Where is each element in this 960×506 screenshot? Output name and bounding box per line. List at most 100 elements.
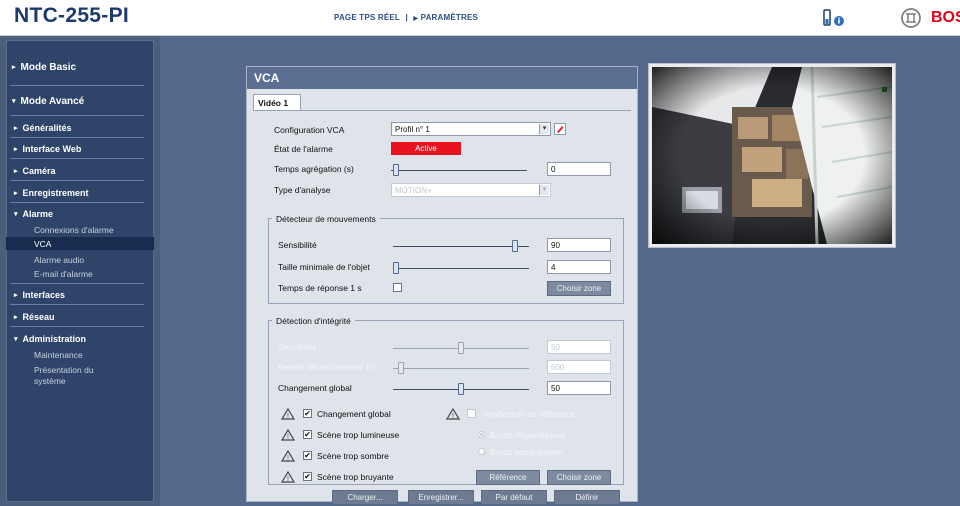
global-change-handle[interactable] [458, 383, 464, 395]
caret-right-icon: ▸ [14, 168, 18, 175]
define-button[interactable]: Définir [554, 490, 620, 505]
sidebar-item-overview[interactable]: Présentation du [34, 365, 94, 375]
sidebar-divider [10, 326, 144, 327]
global-change-label: Changement global [278, 383, 352, 393]
response-time-label: Temps de réponse 1 s [278, 283, 362, 293]
sidebar-item-interfaces[interactable]: ▸ Interfaces [14, 290, 65, 300]
sidebar-divider [10, 202, 144, 203]
caret-right-icon: ▸ [14, 314, 18, 321]
min-size-label: Taille minimale de l'objet [278, 262, 370, 272]
caret-down-icon: ▾ [14, 211, 18, 218]
sidebar-item-network[interactable]: ▸ Réseau [14, 312, 55, 322]
default-button[interactable]: Par défaut [481, 490, 547, 505]
aggregation-input[interactable]: 0 [547, 162, 611, 176]
edit-icon[interactable] [554, 123, 566, 135]
bosch-logo-icon [901, 8, 921, 28]
motion-zone-button[interactable]: Choisir zone [547, 281, 611, 296]
trigger-delay-track[interactable] [393, 368, 529, 369]
sidebar-item-email-alarm[interactable]: E-mail d'alarme [34, 269, 93, 279]
integrity-zone-button[interactable]: Choisir zone [547, 470, 611, 485]
motion-sensitivity-track[interactable] [393, 246, 529, 247]
status-icon[interactable] [822, 9, 848, 29]
reference-check-label: Vérification de référence [483, 409, 576, 419]
sidebar-mode-basic[interactable]: ▸ Mode Basic [12, 62, 76, 73]
sidebar-divider [10, 85, 144, 86]
aggregation-label: Temps agrégation (s) [274, 164, 354, 174]
sidebar-selected-highlight [6, 237, 154, 250]
svg-text:!: ! [287, 455, 289, 462]
integrity-sensitivity-input[interactable]: 50 [547, 340, 611, 354]
too-dark-checkbox[interactable]: ✔ [303, 451, 312, 460]
integrity-sensitivity-handle[interactable] [458, 342, 464, 354]
response-time-checkbox[interactable] [393, 283, 402, 292]
save-button[interactable]: Enregistrer... [408, 490, 474, 505]
sidebar-mode-advanced[interactable]: ▾ Mode Avancé [12, 96, 84, 107]
mode-basic-label: Mode Basic [20, 62, 77, 73]
sidebar-item-maintenance[interactable]: Maintenance [34, 350, 83, 360]
sidebar-item-camera[interactable]: ▸ Caméra [14, 166, 56, 176]
sidebar-item-recording[interactable]: ▸ Enregistrement [14, 188, 89, 198]
svg-text:!: ! [287, 413, 289, 420]
min-size-input[interactable]: 4 [547, 260, 611, 274]
sidebar-divider [10, 304, 144, 305]
edges-disappear-radio[interactable] [478, 431, 485, 438]
chevron-down-icon: ▾ [539, 185, 549, 195]
edges-appear-radio[interactable] [478, 448, 485, 455]
tab-video-1[interactable]: Vidéo 1 [253, 94, 301, 111]
too-noisy-checkbox[interactable]: ✔ [303, 472, 312, 481]
sidebar: ▸ Mode Basic ▾ Mode Avancé ▸ Généralités ▸ I… [0, 36, 160, 506]
top-nav: PAGE TPS RÉEL | ▶ PARAMÈTRES [334, 13, 478, 22]
camera-scene [652, 67, 892, 244]
sidebar-item-vca[interactable]: VCA [34, 239, 51, 249]
sidebar-item-label: Administration [22, 334, 87, 344]
sidebar-item-audio-alarm[interactable]: Alarme audio [34, 255, 84, 265]
global-change-input[interactable]: 50 [547, 381, 611, 395]
sidebar-item-admin[interactable]: ▾ Administration [14, 334, 86, 344]
too-bright-checkbox[interactable]: ✔ [303, 430, 312, 439]
nav-live-link[interactable]: PAGE TPS RÉEL [334, 13, 400, 22]
vca-panel: VCA Vidéo 1 Configuration VCA Profil n° … [246, 66, 638, 505]
caret-right-icon: ▸ [12, 64, 16, 71]
sidebar-divider [10, 180, 144, 181]
video-preview [648, 63, 896, 248]
sidebar-divider [10, 137, 144, 138]
camera-image [652, 67, 892, 244]
caret-down-icon: ▾ [14, 336, 18, 343]
mode-advanced-label: Mode Avancé [20, 96, 85, 107]
sidebar-item-web[interactable]: ▸ Interface Web [14, 144, 81, 154]
integrity-title: Détection d'intégrité [272, 316, 355, 326]
integrity-sensitivity-label: Sensibilité [278, 342, 317, 352]
analysis-type-label: Type d'analyse [274, 185, 331, 195]
nav-separator: | [405, 13, 408, 22]
trigger-delay-input[interactable]: 600 [547, 360, 611, 374]
sidebar-item-alarm[interactable]: ▾ Alarme [14, 209, 53, 219]
global-change-checkbox[interactable]: ✔ [303, 409, 312, 418]
min-size-handle[interactable] [393, 262, 399, 274]
motion-sensitivity-label: Sensibilité [278, 240, 317, 250]
analysis-type-select[interactable]: MOTION+ ▾ [391, 183, 551, 197]
reference-check-checkbox[interactable] [467, 409, 476, 418]
min-size-track[interactable] [393, 268, 529, 269]
load-button[interactable]: Charger... [332, 490, 398, 505]
sidebar-item-general[interactable]: ▸ Généralités [14, 123, 72, 133]
sidebar-item-alarm-connections[interactable]: Connexions d'alarme [34, 225, 114, 235]
too-bright-label: Scène trop lumineuse [317, 430, 400, 440]
nav-settings-link[interactable]: PARAMÈTRES [421, 13, 478, 22]
aggregation-slider-track[interactable] [391, 170, 527, 171]
motion-sensitivity-input[interactable]: 90 [547, 238, 611, 252]
brand-name: BOSCH [931, 9, 960, 26]
edges-disappear-label: Bords disparaissent [490, 430, 565, 440]
config-select[interactable]: Profil n° 1 ▾ [391, 122, 551, 136]
svg-text:!: ! [287, 476, 289, 483]
vca-title: VCA [247, 67, 637, 89]
motion-sensitivity-handle[interactable] [512, 240, 518, 252]
warning-icon: ! [281, 408, 295, 420]
alarm-state-label: État de l'alarme [274, 144, 333, 154]
aggregation-slider-handle[interactable] [393, 164, 399, 176]
tab-underline [253, 110, 631, 111]
alarm-state-badge: Active [391, 142, 461, 155]
reference-button[interactable]: Référence [476, 470, 540, 485]
sidebar-item-overview-line2[interactable]: système [34, 376, 66, 386]
trigger-delay-handle[interactable] [398, 362, 404, 374]
trigger-delay-label: Retard déclenchement (s) [278, 362, 376, 372]
